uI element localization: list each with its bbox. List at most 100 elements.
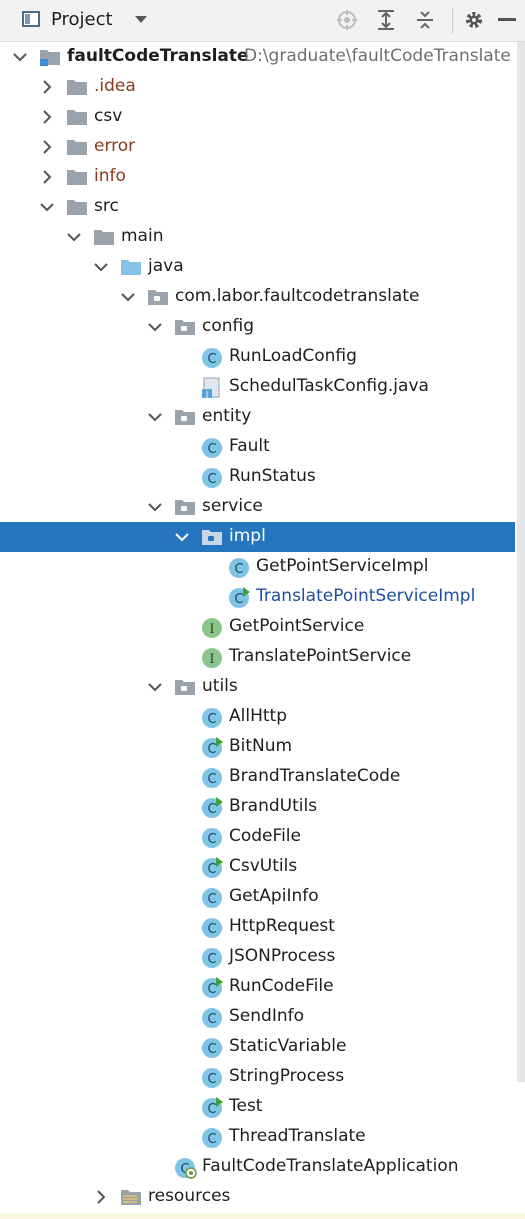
chevron-down-icon[interactable]: [66, 229, 82, 245]
tree-node-service[interactable]: service: [0, 492, 515, 522]
class-runnable-icon: C: [201, 977, 223, 998]
class-runnable-icon: C: [201, 1097, 223, 1118]
tree-node-bitnum[interactable]: C BitNum: [0, 732, 515, 762]
chevron-right-icon[interactable]: [93, 1189, 109, 1205]
hide-icon[interactable]: [495, 8, 519, 32]
tree-node-fault[interactable]: C Fault: [0, 432, 515, 462]
collapse-all-icon[interactable]: [413, 8, 437, 32]
tree-node-label: service: [202, 496, 263, 516]
vertical-scrollbar[interactable]: [517, 42, 525, 1082]
tree-node-info[interactable]: info: [0, 162, 515, 192]
tree-node-label: GetPointService: [229, 616, 365, 636]
class-runnable-icon: C: [201, 797, 223, 818]
tree-node-label: BrandUtils: [229, 796, 318, 816]
tree-node-runstatus[interactable]: C RunStatus: [0, 462, 515, 492]
class-icon: C: [201, 347, 223, 368]
svg-text:I: I: [209, 652, 214, 667]
svg-text:C: C: [207, 1072, 216, 1087]
chevron-right-icon[interactable]: [39, 109, 55, 125]
svg-text:C: C: [207, 1012, 216, 1027]
interface-icon: I: [201, 647, 223, 668]
class-runnable-icon: C: [201, 857, 223, 878]
tree-node-com-labor-faultcodetranslate[interactable]: com.labor.faultcodetranslate: [0, 282, 515, 312]
tree-node-getapiinfo[interactable]: C GetApiInfo: [0, 882, 515, 912]
class-icon: C: [201, 1037, 223, 1058]
chevron-right-icon[interactable]: [39, 139, 55, 155]
tree-node-getpointserviceimpl[interactable]: C GetPointServiceImpl: [0, 552, 515, 582]
tree-node-csvutils[interactable]: C CsvUtils: [0, 852, 515, 882]
chevron-down-icon[interactable]: [93, 259, 109, 275]
tree-node-label: GetPointServiceImpl: [256, 556, 429, 576]
tree-node-runcodefile[interactable]: C RunCodeFile: [0, 972, 515, 1002]
chevron-down-icon[interactable]: [147, 499, 163, 515]
tree-node-entity[interactable]: entity: [0, 402, 515, 432]
tree-node-src[interactable]: src: [0, 192, 515, 222]
chevron-down-icon[interactable]: [147, 679, 163, 695]
tree-node-label: entity: [202, 406, 252, 426]
tree-node-schedultaskconfig-java[interactable]: J SchedulTaskConfig.java: [0, 372, 515, 402]
chevron-down-icon[interactable]: [120, 289, 136, 305]
locate-icon[interactable]: [335, 8, 359, 32]
folder-icon: [66, 77, 88, 97]
tree-node-jsonprocess[interactable]: C JSONProcess: [0, 942, 515, 972]
class-icon: C: [201, 1127, 223, 1148]
chevron-right-icon[interactable]: [39, 169, 55, 185]
tree-node-getpointservice[interactable]: I GetPointService: [0, 612, 515, 642]
chevron-right-icon[interactable]: [39, 79, 55, 95]
bottom-strip: [0, 1213, 525, 1219]
interface-icon: I: [201, 617, 223, 638]
tree-node-label: GetApiInfo: [229, 886, 319, 906]
tree-node-error[interactable]: error: [0, 132, 515, 162]
class-icon: C: [201, 887, 223, 908]
svg-text:C: C: [207, 892, 216, 907]
toolbar-separator: [452, 8, 453, 34]
module-path: D:\graduate\faultCodeTranslate: [244, 46, 511, 66]
tree-node-sendinfo[interactable]: C SendInfo: [0, 1002, 515, 1032]
package-icon: [174, 317, 196, 337]
chevron-down-icon[interactable]: [12, 49, 28, 65]
chevron-down-icon[interactable]: [147, 319, 163, 335]
view-selector[interactable]: Project: [51, 9, 113, 30]
tree-node-label: RunCodeFile: [229, 976, 334, 996]
class-icon: C: [201, 1007, 223, 1028]
tree-node-stringprocess[interactable]: C StringProcess: [0, 1062, 515, 1092]
chevron-down-icon[interactable]: [147, 409, 163, 425]
tree-node-translatepointservice[interactable]: I TranslatePointService: [0, 642, 515, 672]
project-tool-window-header: Project: [0, 0, 525, 42]
chevron-down-icon[interactable]: [129, 8, 153, 32]
tree-node-utils[interactable]: utils: [0, 672, 515, 702]
tree-node-brandtranslatecode[interactable]: C BrandTranslateCode: [0, 762, 515, 792]
tree-node-threadtranslate[interactable]: C ThreadTranslate: [0, 1122, 515, 1152]
tree-node-test[interactable]: C Test: [0, 1092, 515, 1122]
chevron-down-icon[interactable]: [39, 199, 55, 215]
tree-node-main[interactable]: main: [0, 222, 515, 252]
project-pane-icon: [22, 11, 40, 27]
tree-node-config[interactable]: config: [0, 312, 515, 342]
tree-node-label: TranslatePointServiceImpl: [256, 586, 476, 606]
tree-node-faultcodetranslateapplication[interactable]: C FaultCodeTranslateApplication: [0, 1152, 515, 1182]
tree-node-staticvariable[interactable]: C StaticVariable: [0, 1032, 515, 1062]
gear-icon[interactable]: [462, 8, 486, 32]
tree-node-label: .idea: [94, 76, 136, 96]
tree-node-httprequest[interactable]: C HttpRequest: [0, 912, 515, 942]
source-folder-icon: [120, 257, 142, 277]
tree-node-java[interactable]: java: [0, 252, 515, 282]
module-icon: [39, 47, 61, 67]
tree-node-resources[interactable]: resources: [0, 1182, 515, 1212]
chevron-down-icon[interactable]: [174, 529, 190, 545]
tree-node-faultcodetranslate[interactable]: faultCodeTranslate D:\graduate\faultCodeT…: [0, 42, 515, 72]
class-icon: C: [201, 827, 223, 848]
tree-node-csv[interactable]: csv: [0, 102, 515, 132]
tree-node-label: AllHttp: [229, 706, 287, 726]
tree-node-translatepointserviceimpl[interactable]: C TranslatePointServiceImpl: [0, 582, 515, 612]
tree-node-codefile[interactable]: C CodeFile: [0, 822, 515, 852]
tree-node-runloadconfig[interactable]: C RunLoadConfig: [0, 342, 515, 372]
class-icon: C: [201, 467, 223, 488]
tree-node-brandutils[interactable]: C BrandUtils: [0, 792, 515, 822]
expand-all-icon[interactable]: [374, 8, 398, 32]
tree-node-allhttp[interactable]: C AllHttp: [0, 702, 515, 732]
tree-node-impl[interactable]: impl: [0, 522, 515, 552]
tree-node-idea[interactable]: .idea: [0, 72, 515, 102]
svg-text:C: C: [207, 862, 216, 877]
class-icon: C: [201, 917, 223, 938]
